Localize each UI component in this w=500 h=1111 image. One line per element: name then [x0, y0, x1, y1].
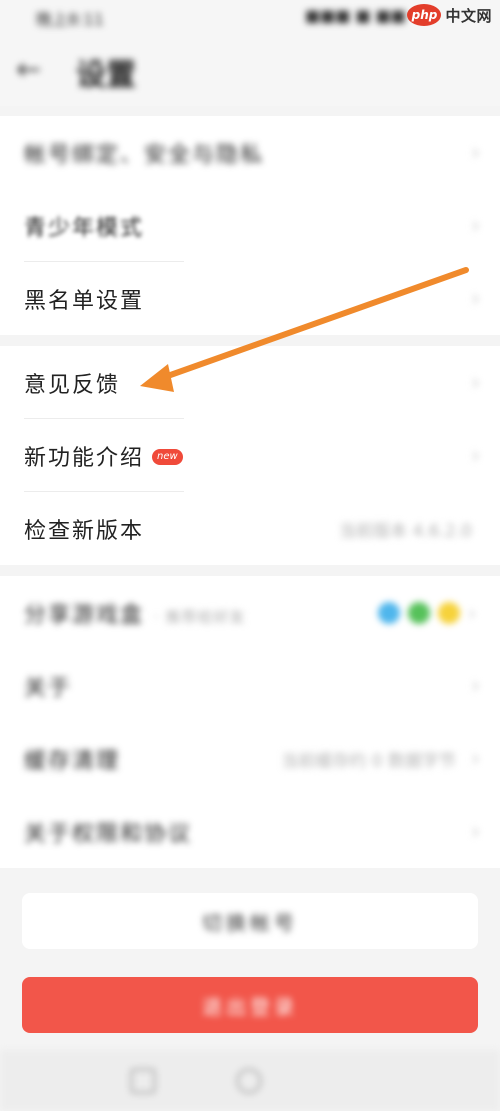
share-qq-icon[interactable] — [378, 601, 400, 624]
row-label: 黑名单设置 — [24, 288, 145, 314]
new-badge: new — [152, 448, 183, 465]
row-sublabel: · 推荐给好友 — [154, 607, 246, 626]
switch-account-label: 切换帐号 — [202, 910, 298, 935]
settings-section-account: 帐号绑定、安全与隐私 › 青少年模式 › 黑名单设置 › — [0, 116, 500, 335]
chevron-right-icon: › — [468, 600, 476, 625]
chevron-right-icon: › — [471, 370, 480, 395]
logout-label: 退出登录 — [202, 994, 298, 1019]
logout-button[interactable]: 退出登录 — [22, 977, 478, 1033]
watermark-text: 中文网 — [445, 6, 492, 25]
row-cache[interactable]: 缓存清理 当前缓存约 0 数据字节 › — [0, 722, 500, 795]
chevron-right-icon: › — [471, 286, 480, 311]
row-feedback[interactable]: 意见反馈 › — [0, 346, 500, 419]
row-new-features[interactable]: 新功能介绍 new › — [0, 419, 500, 492]
row-permissions[interactable]: 关于权限和协议 › — [0, 795, 500, 868]
chevron-right-icon: › — [471, 213, 480, 238]
system-nav-bar — [0, 1050, 500, 1111]
header: ← 设置 — [0, 36, 500, 106]
settings-section-other: 分享游戏盒 · 推荐给好友 › 关于 › 缓存清理 当前缓存约 0 数据字节 › … — [0, 576, 500, 868]
row-share[interactable]: 分享游戏盒 · 推荐给好友 › — [0, 576, 500, 649]
watermark-logo: php — [407, 4, 442, 26]
back-arrow-icon[interactable]: ← — [16, 52, 41, 87]
row-label-text: 分享游戏盒 — [24, 602, 145, 628]
watermark: php 中文网 — [407, 4, 492, 26]
row-blacklist[interactable]: 黑名单设置 › — [0, 262, 500, 335]
page-title: 设置 — [76, 58, 136, 93]
status-indicators: ■■■ ■ ■■ — [305, 6, 406, 25]
chevron-right-icon: › — [471, 819, 480, 844]
chevron-right-icon: › — [471, 746, 480, 771]
share-moments-icon[interactable] — [438, 601, 460, 624]
share-icons: › — [378, 601, 476, 625]
chevron-right-icon: › — [471, 673, 480, 698]
row-label: 检查新版本 — [24, 518, 145, 544]
row-label: 意见反馈 — [24, 372, 121, 398]
row-label: 青少年模式 — [24, 215, 145, 241]
row-label: 分享游戏盒 · 推荐给好友 — [24, 597, 246, 629]
row-label: 新功能介绍 new — [24, 440, 183, 472]
nav-recent-icon[interactable] — [130, 1068, 156, 1094]
version-value: 当前版本 4.6.2.0 — [339, 521, 472, 541]
chevron-right-icon: › — [471, 140, 480, 165]
status-time: 晚上8:11 — [36, 10, 104, 29]
nav-home-icon[interactable] — [236, 1068, 262, 1094]
settings-section-feedback: 意见反馈 › 新功能介绍 new › 检查新版本 当前版本 4.6.2.0 — [0, 346, 500, 565]
row-label: 缓存清理 — [24, 748, 121, 774]
row-about[interactable]: 关于 › — [0, 649, 500, 722]
row-check-update[interactable]: 检查新版本 当前版本 4.6.2.0 — [0, 492, 500, 565]
switch-account-button[interactable]: 切换帐号 — [22, 893, 478, 949]
row-youth-mode[interactable]: 青少年模式 › — [0, 189, 500, 262]
row-label: 关于权限和协议 — [24, 821, 193, 847]
row-label: 关于 — [24, 675, 73, 701]
cache-value: 当前缓存约 0 数据字节 — [281, 751, 456, 771]
row-label: 帐号绑定、安全与隐私 — [24, 142, 265, 168]
chevron-right-icon: › — [471, 443, 480, 468]
row-account-security[interactable]: 帐号绑定、安全与隐私 › — [0, 116, 500, 189]
share-wechat-icon[interactable] — [408, 601, 430, 624]
row-label-text: 新功能介绍 — [24, 445, 145, 471]
